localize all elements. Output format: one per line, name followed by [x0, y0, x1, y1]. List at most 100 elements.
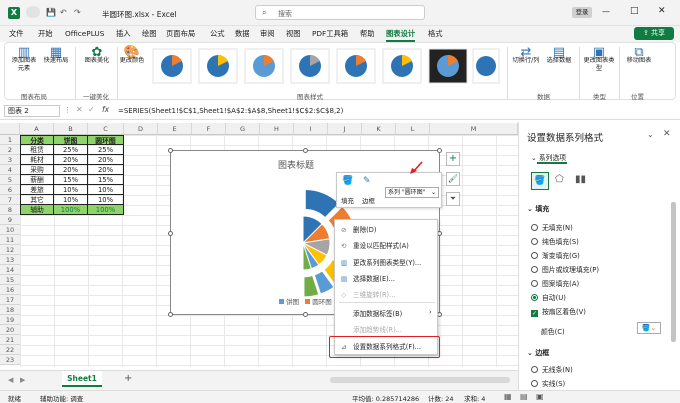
table-cell[interactable]: 100%	[54, 205, 88, 215]
fill-bucket-icon[interactable]: 🪣	[342, 176, 353, 186]
menu-data[interactable]: 数据	[235, 29, 250, 39]
chart-styles-brush-icon[interactable]: 🖌	[446, 172, 460, 186]
autosave-toggle[interactable]	[26, 6, 40, 18]
maximize-icon[interactable]: □	[630, 6, 639, 16]
row-header[interactable]: 15	[0, 275, 20, 285]
row-header[interactable]: 7	[0, 195, 20, 205]
menu-home[interactable]: 开始	[38, 29, 53, 39]
row-header[interactable]: 23	[0, 355, 20, 365]
table-cell[interactable]: 10%	[54, 195, 88, 205]
prev-sheet-icon[interactable]: ◀	[8, 376, 13, 384]
table-cell[interactable]: 25%	[54, 145, 88, 155]
fill-option-pattern[interactable]: 图案填充(A)	[531, 278, 579, 288]
column-header[interactable]: I	[294, 123, 328, 135]
table-cell[interactable]: 100%	[88, 205, 124, 215]
table-cell[interactable]: 15%	[54, 175, 88, 185]
fill-line-tab-icon[interactable]: 🪣	[531, 172, 549, 190]
add-chart-element-button[interactable]: ▥ 添加图表元素	[9, 46, 39, 73]
row-header[interactable]: 19	[0, 315, 20, 325]
row-header[interactable]: 8	[0, 205, 20, 215]
row-header[interactable]: 5	[0, 175, 20, 185]
menu-format[interactable]: 格式	[428, 29, 443, 39]
fill-option-solid[interactable]: 纯色填充(S)	[531, 236, 579, 246]
table-header-cell[interactable]: 圆环图	[88, 135, 124, 145]
namebox-dropdown-icon[interactable]: ⋮	[64, 106, 71, 114]
table-cell[interactable]: 耗材	[20, 155, 54, 165]
horizontal-scrollbar[interactable]	[330, 377, 510, 383]
ctx-delete[interactable]: ⊘ 删除(D)	[341, 224, 376, 234]
table-cell[interactable]: 辅助	[20, 205, 54, 215]
table-cell[interactable]: 其它	[20, 195, 54, 205]
menu-insert[interactable]: 插入	[116, 29, 131, 39]
table-cell[interactable]: 25%	[88, 145, 124, 155]
menu-officeplus[interactable]: OfficePLUS	[65, 29, 104, 38]
sheet-tab-sheet1[interactable]: Sheet1	[62, 371, 102, 387]
column-header[interactable]: G	[226, 123, 260, 135]
select-all-corner[interactable]	[0, 123, 20, 135]
row-header[interactable]: 2	[0, 145, 20, 155]
column-header[interactable]: E	[158, 123, 192, 135]
border-option-solid[interactable]: 实线(S)	[531, 378, 565, 388]
menu-pdf-toolbox[interactable]: PDF工具箱	[312, 29, 348, 39]
row-header[interactable]: 16	[0, 285, 20, 295]
column-header[interactable]: J	[328, 123, 362, 135]
row-header[interactable]: 3	[0, 155, 20, 165]
column-header[interactable]: M	[430, 123, 518, 135]
table-cell[interactable]: 20%	[88, 165, 124, 175]
next-sheet-icon[interactable]: ▶	[20, 376, 25, 384]
column-header[interactable]: D	[124, 123, 158, 135]
panel-close-icon[interactable]: ✕	[663, 129, 671, 139]
fill-section-header[interactable]: ⌄ 填充	[527, 204, 549, 214]
border-option-none[interactable]: 无线条(N)	[531, 364, 573, 374]
move-chart-button[interactable]: ⧉ 移动图表	[623, 46, 655, 65]
resize-handle[interactable]	[303, 148, 308, 153]
table-cell[interactable]: 租赁	[20, 145, 54, 155]
row-header[interactable]: 10	[0, 225, 20, 235]
fill-option-auto[interactable]: 自动(U)	[531, 292, 566, 302]
chart-filter-icon[interactable]: ⏷	[446, 192, 460, 206]
add-sheet-icon[interactable]: +	[124, 373, 132, 384]
save-icon[interactable]: 💾	[46, 8, 56, 17]
redo-icon[interactable]: ↷	[74, 8, 81, 17]
row-header[interactable]: 17	[0, 295, 20, 305]
table-cell[interactable]: 10%	[88, 185, 124, 195]
menu-draw[interactable]: 绘图	[142, 29, 157, 39]
normal-view-icon[interactable]: ▦	[504, 392, 512, 401]
quick-layout-button[interactable]: ▦ 快速布局	[41, 46, 71, 65]
row-header[interactable]: 14	[0, 265, 20, 275]
row-header[interactable]: 13	[0, 255, 20, 265]
table-cell[interactable]: 20%	[54, 165, 88, 175]
fill-option-gradient[interactable]: 渐变填充(G)	[531, 250, 580, 260]
table-header-cell[interactable]: 分类	[20, 135, 54, 145]
menu-file[interactable]: 文件	[9, 29, 24, 39]
column-header[interactable]: A	[20, 123, 54, 135]
table-cell[interactable]: 采购	[20, 165, 54, 175]
table-cell[interactable]: 差旅	[20, 185, 54, 195]
series-options-dropdown[interactable]: ⌄ 系列选项	[531, 152, 566, 162]
table-cell[interactable]: 20%	[54, 155, 88, 165]
search-box[interactable]: ⌕ 搜索	[255, 5, 425, 20]
row-header[interactable]: 12	[0, 245, 20, 255]
fill-option-picture[interactable]: 图片或纹理填充(P)	[531, 264, 599, 274]
fill-option-none[interactable]: 无填充(N)	[531, 222, 573, 232]
select-data-button[interactable]: ▤ 选择数据	[543, 46, 575, 65]
table-cell[interactable]: 10%	[54, 185, 88, 195]
column-header[interactable]: K	[362, 123, 396, 135]
border-button-label[interactable]: 边框	[362, 195, 375, 205]
formula-input[interactable]: =SERIES(Sheet1!$C$1,Sheet1!$A$2:$A$8,She…	[118, 105, 674, 117]
name-box[interactable]: 图表 2	[4, 105, 60, 117]
row-header[interactable]: 22	[0, 345, 20, 355]
series-select-dropdown[interactable]: 系列 "圆环图" ⌄	[385, 187, 439, 198]
minimize-icon[interactable]: —	[602, 7, 610, 16]
column-header[interactable]: F	[192, 123, 226, 135]
vary-color-checkbox[interactable]: ✓ 按扇区着色(V)	[531, 306, 586, 317]
row-header[interactable]: 18	[0, 305, 20, 315]
panel-scrollbar[interactable]	[671, 202, 676, 342]
row-header[interactable]: 21	[0, 335, 20, 345]
close-icon[interactable]: ✕	[658, 6, 666, 16]
menu-help[interactable]: 帮助	[360, 29, 375, 39]
row-header[interactable]: 1	[0, 135, 20, 145]
resize-handle[interactable]	[168, 231, 173, 236]
page-break-view-icon[interactable]: ▣	[536, 392, 544, 401]
resize-handle[interactable]	[168, 312, 173, 317]
